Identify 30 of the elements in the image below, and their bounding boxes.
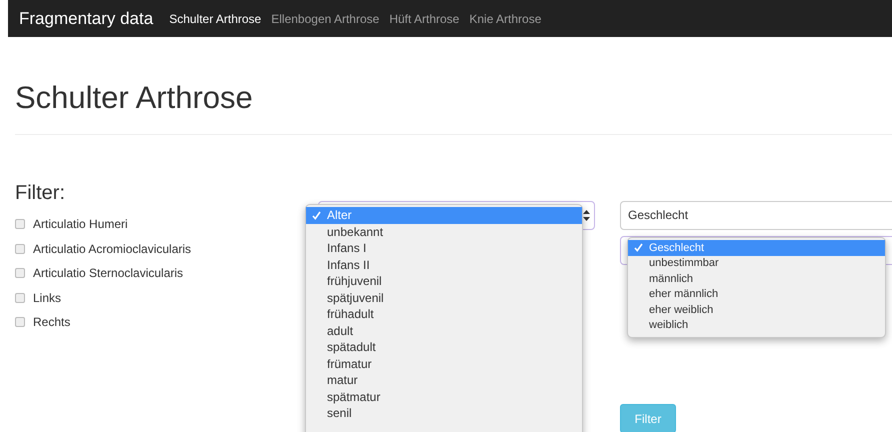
dropdown-option[interactable]: spätjuvenil bbox=[306, 290, 582, 306]
dropdown-option[interactable]: frümatur bbox=[306, 356, 582, 372]
dropdown-option[interactable]: frühjuvenil bbox=[306, 273, 582, 290]
sex-select[interactable]: Geschlecht bbox=[620, 201, 892, 230]
checkbox-label: Articulatio Sternoclavicularis bbox=[33, 266, 184, 280]
dropdown-option[interactable]: frühadult bbox=[306, 306, 582, 322]
brand-link[interactable]: Fragmentary data bbox=[19, 8, 154, 28]
dropdown-option[interactable]: weiblich bbox=[628, 318, 885, 333]
checkbox-label: Articulatio Humeri bbox=[33, 217, 128, 232]
dropdown-option[interactable]: männlich bbox=[628, 271, 885, 286]
checkbox-label: Rechts bbox=[33, 315, 70, 330]
dropdown-option[interactable]: adult bbox=[306, 322, 582, 339]
dropdown-option[interactable]: unbekannt bbox=[306, 224, 582, 240]
nav-link[interactable]: Ellenbogen Arthrose bbox=[271, 12, 380, 26]
nav-link[interactable]: Schulter Arthrose bbox=[169, 12, 262, 26]
dropdown-option[interactable]: Infans I bbox=[306, 240, 582, 256]
dropdown-option[interactable]: unbestimmbar bbox=[628, 256, 885, 271]
checkbox-label: Links bbox=[33, 290, 62, 305]
dropdown-option[interactable]: Infans II bbox=[306, 256, 582, 273]
page-title: Schulter Arthrose bbox=[15, 80, 254, 116]
dropdown-option[interactable]: senil bbox=[306, 405, 582, 422]
filter-heading: Filter: bbox=[15, 181, 66, 205]
dropdown-option[interactable]: matur bbox=[306, 372, 582, 388]
dropdown-option[interactable]: spätmatur bbox=[306, 388, 582, 405]
dropdown-option[interactable]: eher weiblich bbox=[628, 302, 885, 318]
dropdown-option[interactable]: spätadult bbox=[306, 339, 582, 356]
nav-link[interactable]: Knie Arthrose bbox=[469, 12, 542, 26]
checkbox-label: Articulatio Acromioclavicularis bbox=[33, 242, 192, 256]
nav-link[interactable]: Hüft Arthrose bbox=[389, 12, 460, 26]
dropdown-option[interactable]: eher männlich bbox=[628, 286, 885, 302]
